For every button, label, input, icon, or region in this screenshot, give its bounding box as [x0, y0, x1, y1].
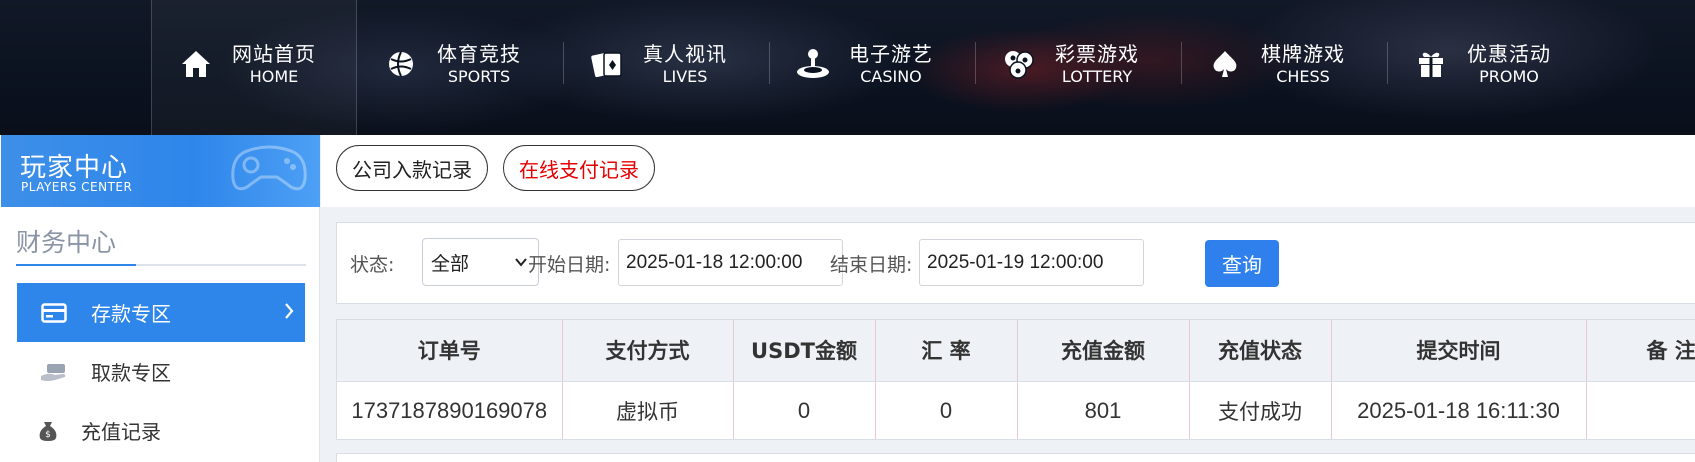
main-content: 公司入款记录 在线支付记录 状态: 全部 开始日期: 2025-01-18 12… [321, 135, 1695, 462]
status-select-value: 全部 [431, 252, 470, 275]
banner-subtitle: PLAYERS CENTER [21, 180, 133, 194]
nav-item-lottery[interactable]: 彩票游戏 LOTTERY [1001, 34, 1139, 94]
table-header-row: 订单号 支付方式 USDT金额 汇 率 充值金额 充值状态 提交时间 备 注 [337, 320, 1695, 382]
wallet-icon [39, 298, 69, 328]
nav-separator [1181, 42, 1182, 84]
column-header: 订单号 [337, 320, 563, 382]
recharge-amount-cell: 801 [1017, 381, 1190, 439]
nav-item-promo[interactable]: 优惠活动 PROMO [1413, 34, 1551, 94]
lottery-balls-icon [1001, 46, 1037, 82]
usdt-amount-cell: 0 [733, 381, 876, 439]
nav-sports-zh: 体育竞技 [437, 41, 521, 66]
nav-item-sports[interactable]: 体育竞技 SPORTS [383, 34, 521, 94]
svg-text:$: $ [45, 430, 51, 440]
nav-promo-zh: 优惠活动 [1467, 41, 1551, 66]
nav-sports-en: SPORTS [447, 66, 511, 86]
nav-item-home[interactable]: 网站首页 HOME [178, 34, 316, 94]
table-footer-strip [336, 453, 1695, 462]
finance-center-title: 财务中心 [16, 228, 117, 257]
filter-bar: 状态: 全部 开始日期: 2025-01-18 12:00:00 结束日期: 2… [336, 222, 1695, 304]
tab-online-payment[interactable]: 在线支付记录 [503, 145, 655, 191]
joystick-icon [795, 46, 831, 82]
gift-icon [1413, 46, 1449, 82]
chevron-down-icon [515, 258, 527, 267]
top-navigation: 网站首页 HOME 体育竞技 SPORTS 真人视讯 LIVES 电子游艺 CASINO… [0, 0, 1695, 135]
column-header: 支付方式 [562, 320, 734, 382]
status-select[interactable]: 全部 [422, 238, 539, 286]
hand-money-icon [39, 357, 69, 387]
sidebar-item-recharge-records[interactable]: $ 充值记录 [17, 401, 305, 460]
cards-icon [589, 46, 625, 82]
order-number-cell: 1737187890169078 [337, 381, 563, 439]
exchange-rate-cell: 0 [875, 381, 1018, 439]
tab-company-deposit[interactable]: 公司入款记录 [336, 145, 488, 191]
finance-title-underline [16, 264, 306, 266]
record-tabs: 公司入款记录 在线支付记录 [321, 135, 1695, 207]
sidebar-item-withdraw[interactable]: 取款专区 [17, 342, 305, 401]
start-date-input[interactable]: 2025-01-18 12:00:00 [618, 239, 843, 286]
column-header: USDT金额 [733, 320, 876, 382]
nav-casino-en: CASINO [860, 66, 922, 86]
nav-separator [769, 42, 770, 84]
remark-cell [1586, 381, 1695, 439]
home-icon [178, 46, 214, 82]
banner-title: 玩家中心 [20, 153, 129, 183]
recharge-status-cell: 支付成功 [1189, 381, 1332, 439]
nav-lottery-zh: 彩票游戏 [1055, 41, 1139, 66]
nav-separator [1387, 42, 1388, 84]
sidebar-item-label: 取款专区 [91, 361, 171, 385]
nav-chess-en: CHESS [1276, 66, 1330, 86]
nav-item-chess[interactable]: 棋牌游戏 CHESS [1207, 34, 1345, 94]
nav-separator [563, 42, 564, 84]
nav-promo-en: PROMO [1479, 66, 1539, 86]
chevron-right-icon [285, 303, 294, 319]
gamepad-icon [231, 145, 307, 191]
players-center-banner: 玩家中心 PLAYERS CENTER [1, 135, 320, 207]
end-date-label: 结束日期: [830, 254, 913, 276]
sidebar-item-label: 充值记录 [81, 420, 161, 444]
nav-item-casino[interactable]: 电子游艺 CASINO [795, 34, 933, 94]
end-date-input[interactable]: 2025-01-19 12:00:00 [919, 239, 1144, 286]
nav-lives-zh: 真人视讯 [643, 41, 727, 66]
query-button[interactable]: 查询 [1205, 240, 1279, 287]
sidebar-item-deposit[interactable]: 存款专区 [17, 283, 305, 342]
nav-chess-zh: 棋牌游戏 [1261, 41, 1345, 66]
nav-home-en: HOME [249, 66, 299, 86]
nav-casino-zh: 电子游艺 [849, 41, 933, 66]
payment-records-table: 订单号 支付方式 USDT金额 汇 率 充值金额 充值状态 提交时间 备 注 1… [336, 319, 1695, 440]
column-header: 汇 率 [875, 320, 1018, 382]
table-row: 1737187890169078 虚拟币 0 0 801 支付成功 2025-0… [337, 381, 1695, 439]
payment-method-cell: 虚拟币 [562, 381, 734, 439]
nav-lives-en: LIVES [662, 66, 708, 86]
nav-lottery-en: LOTTERY [1061, 66, 1133, 86]
sidebar: 玩家中心 PLAYERS CENTER 财务中心 存款专区 取款专区 $ 充值记… [0, 135, 320, 462]
submit-time-cell: 2025-01-18 16:11:30 [1331, 381, 1587, 439]
nav-home-zh: 网站首页 [232, 41, 316, 66]
nav-separator [975, 42, 976, 84]
column-header: 充值金额 [1017, 320, 1190, 382]
column-header: 备 注 [1586, 320, 1695, 382]
sidebar-item-label: 存款专区 [91, 302, 171, 326]
status-label: 状态: [350, 254, 395, 276]
column-header: 提交时间 [1331, 320, 1587, 382]
spade-icon [1207, 46, 1243, 82]
column-header: 充值状态 [1189, 320, 1332, 382]
nav-item-lives[interactable]: 真人视讯 LIVES [589, 34, 727, 94]
start-date-label: 开始日期: [528, 254, 611, 276]
money-bag-icon: $ [33, 416, 63, 446]
basketball-icon [383, 46, 419, 82]
